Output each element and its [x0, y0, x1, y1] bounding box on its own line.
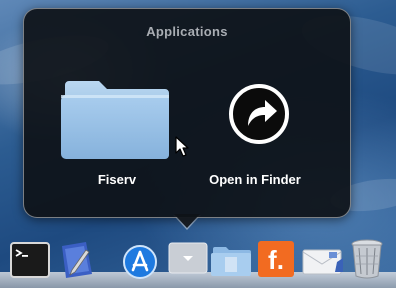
dock: f.	[0, 236, 396, 288]
stack-item-open-in-finder[interactable]: Open in Finder	[192, 75, 318, 201]
mail-envelope-icon[interactable]	[301, 244, 345, 276]
stack-popover-arrow	[174, 214, 200, 228]
mouse-pointer-icon	[175, 136, 189, 157]
textedit-icon[interactable]	[56, 240, 96, 280]
stack-arrow-icon[interactable]	[168, 242, 208, 274]
stack-title: Applications	[146, 24, 228, 39]
svg-text:f.: f.	[268, 245, 284, 275]
trash-icon[interactable]	[350, 238, 384, 280]
folder-icon	[61, 81, 169, 159]
terminal-icon[interactable]	[10, 242, 50, 280]
stack-popover: Applications Fiserv Open in Finder	[23, 8, 351, 218]
stack-item-label: Open in Finder	[209, 172, 301, 187]
stack-item-label: Fiserv	[97, 172, 137, 187]
f-app-icon[interactable]: f.	[257, 240, 295, 278]
documents-folder-icon[interactable]	[210, 244, 252, 278]
open-in-finder-icon	[229, 84, 289, 144]
app-store-icon[interactable]	[122, 244, 158, 280]
stack-item-fiserv[interactable]: Fiserv	[54, 75, 180, 201]
